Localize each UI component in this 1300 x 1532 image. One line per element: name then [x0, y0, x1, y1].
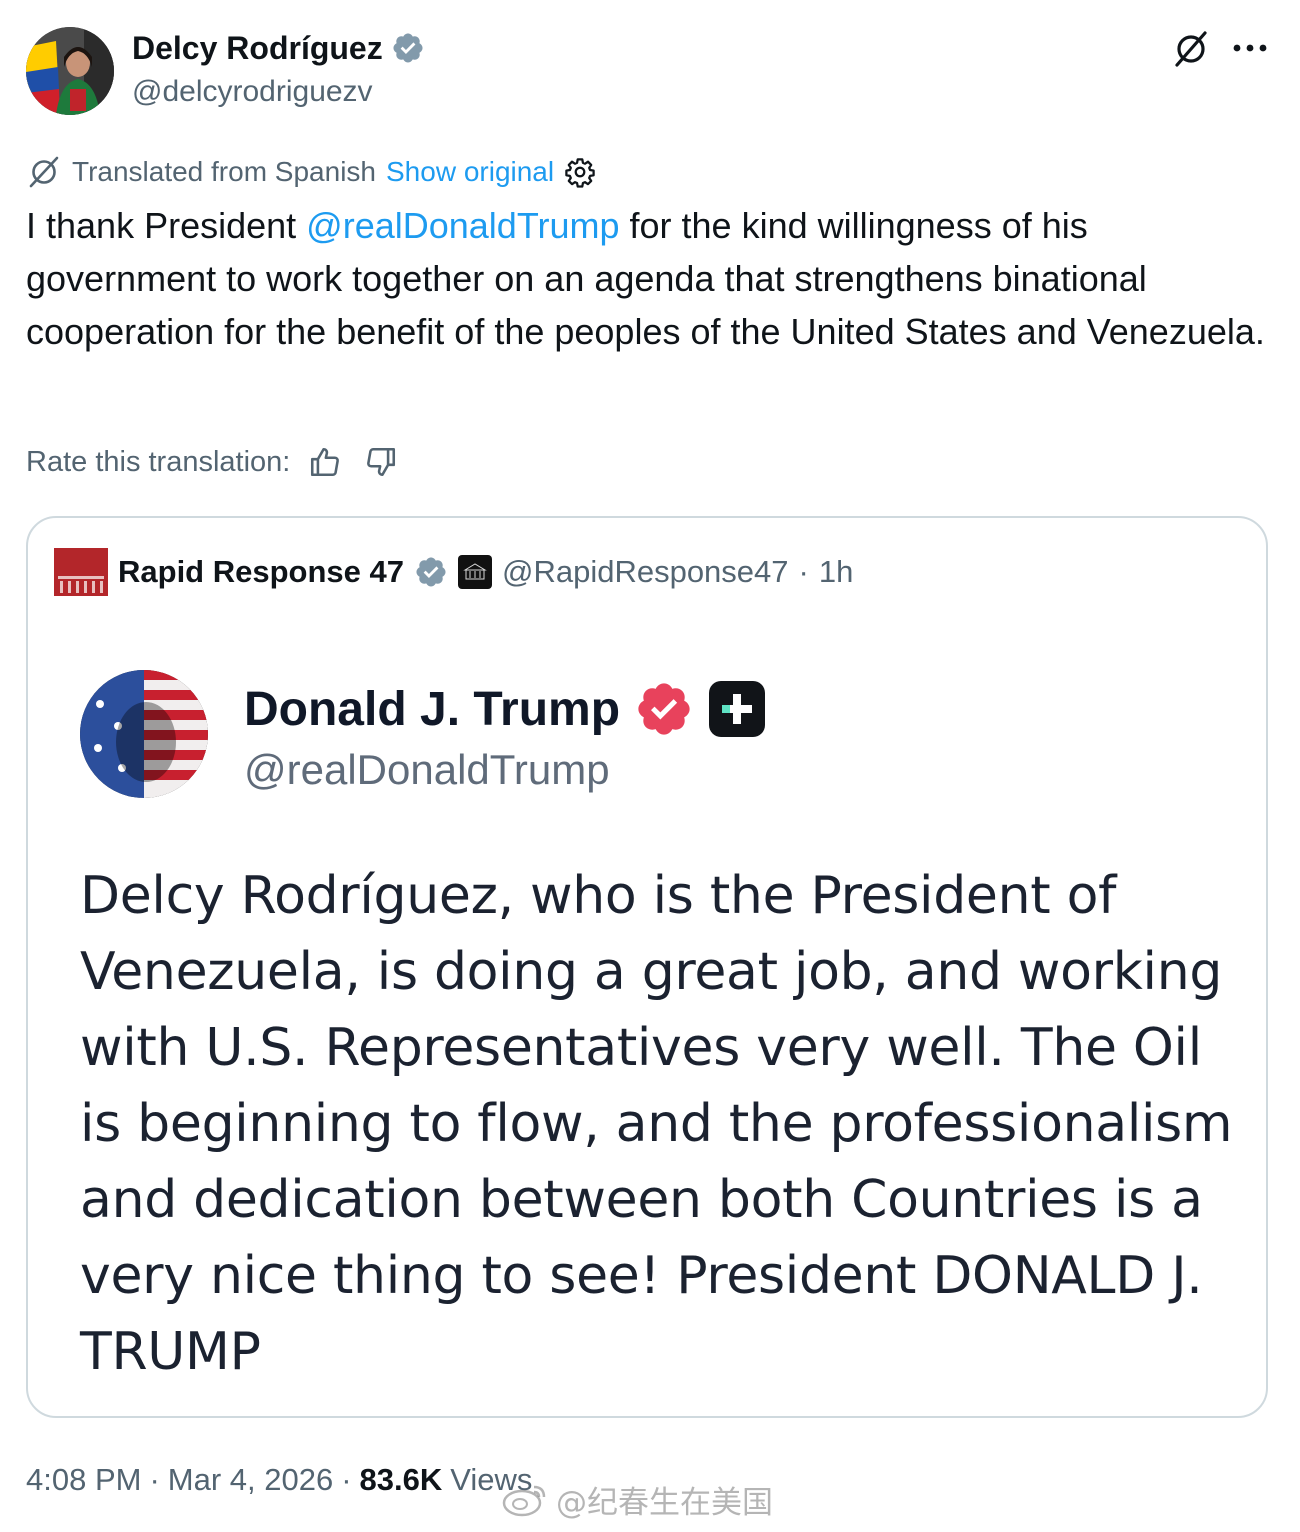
thumbs-down-button[interactable] — [360, 442, 402, 482]
thumbs-down-icon — [367, 447, 396, 477]
embedded-author-handle: @realDonaldTrump — [244, 746, 610, 793]
verified-badge-icon — [393, 33, 423, 63]
verified-badge-icon — [638, 683, 690, 735]
grok-icon — [1175, 31, 1207, 67]
translation-label: Translated from Spanish — [72, 156, 376, 187]
views-count: 83.6K — [359, 1462, 443, 1497]
separator-dot: · — [798, 554, 809, 589]
tweet-text: I thank President @realDonaldTrump for t… — [26, 199, 1266, 358]
quoted-author-name[interactable]: Rapid Response 47 — [118, 554, 404, 590]
white-house-affiliation-badge[interactable] — [457, 555, 492, 589]
rate-translation-label: Rate this translation: — [26, 445, 291, 478]
more-button[interactable] — [1230, 30, 1270, 66]
grok-icon — [29, 156, 59, 188]
weibo-logo-icon — [502, 1485, 546, 1517]
quoted-tweet-header: Rapid Response 47 @RapidResponse47 · 1h — [54, 548, 853, 596]
plus-subscription-icon — [709, 681, 766, 737]
quoted-timestamp[interactable]: 1h — [819, 554, 853, 590]
show-original-link[interactable]: Show original — [386, 156, 554, 188]
embedded-post-avatar — [80, 670, 208, 798]
quoted-author-handle[interactable]: @RapidResponse47 — [502, 554, 789, 590]
grok-button[interactable] — [1170, 28, 1212, 70]
rapid-response-logo — [54, 548, 108, 596]
author-name-row[interactable]: Delcy Rodríguez — [132, 28, 425, 68]
author-avatar-image — [26, 27, 114, 115]
embedded-post-text: Delcy Rodríguez, who is the President of… — [80, 866, 1233, 1382]
tweet-time[interactable]: 4:08 PM — [26, 1462, 141, 1498]
rate-translation-row: Rate this translation: — [26, 442, 402, 482]
author-handle[interactable]: @delcyrodriguezv — [132, 73, 373, 111]
mention-link[interactable]: @realDonaldTrump — [306, 205, 619, 246]
thumbs-up-button[interactable] — [304, 442, 346, 482]
more-icon — [1233, 44, 1267, 52]
author-name[interactable]: Delcy Rodríguez — [132, 28, 383, 68]
separator-dot: · — [149, 1462, 160, 1497]
verified-badge-icon — [416, 557, 446, 587]
white-house-icon — [463, 563, 487, 580]
tweet-text-before: I thank President — [26, 205, 307, 246]
quoted-tweet-card[interactable]: Rapid Response 47 @RapidResponse47 · 1h — [26, 516, 1268, 1418]
quoted-author-avatar[interactable] — [54, 548, 108, 596]
tweet-date[interactable]: Mar 4, 2026 — [168, 1462, 333, 1498]
tweet-meta: 4:08 PM · Mar 4, 2026 · 83.6K Views — [26, 1458, 532, 1502]
gear-icon[interactable] — [564, 156, 596, 188]
separator-dot: · — [341, 1462, 352, 1497]
watermark: @纪春生在美国 — [500, 1476, 773, 1522]
flag-portrait-image — [80, 670, 208, 798]
embedded-author-name: Donald J. Trump — [244, 682, 621, 736]
watermark-text: @纪春生在美国 — [556, 1484, 773, 1521]
thumbs-up-icon — [311, 447, 340, 477]
author-avatar[interactable] — [26, 27, 114, 115]
translation-bar: Translated from Spanish Show original — [26, 153, 596, 191]
embedded-author-name-row: Donald J. Trump — [244, 678, 766, 740]
